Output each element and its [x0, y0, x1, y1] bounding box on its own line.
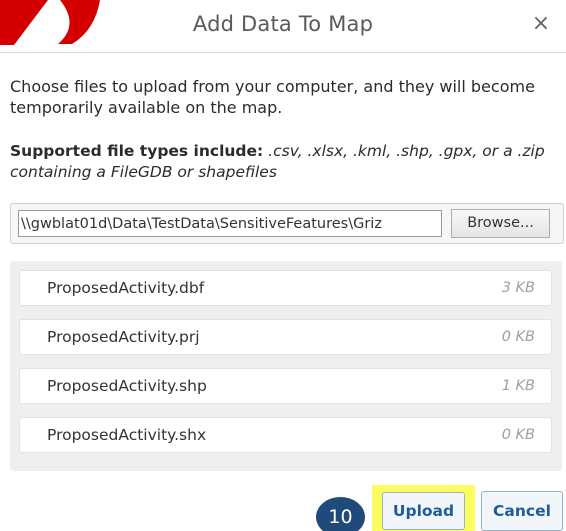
close-icon[interactable]: ×: [530, 11, 552, 37]
list-item: ProposedActivity.prj 0 KB: [19, 319, 552, 355]
file-chooser: \\gwblat01d\Data\TestData\SensitiveFeatu…: [10, 203, 564, 244]
file-list: ProposedActivity.dbf 3 KB ProposedActivi…: [10, 261, 562, 471]
file-size: 0 KB: [501, 329, 535, 345]
file-name: ProposedActivity.shp: [47, 377, 207, 395]
dialog-header: Add Data To Map ×: [0, 0, 566, 53]
upload-button[interactable]: Upload: [382, 492, 465, 530]
supported-label: Supported file types include:: [10, 142, 264, 160]
file-size: 0 KB: [501, 427, 535, 443]
list-item: ProposedActivity.dbf 3 KB: [19, 270, 552, 306]
step-number-badge: 10: [316, 497, 365, 531]
browse-button[interactable]: Browse...: [451, 209, 550, 238]
file-name: ProposedActivity.prj: [47, 328, 200, 346]
file-path-input[interactable]: \\gwblat01d\Data\TestData\SensitiveFeatu…: [18, 210, 442, 237]
list-item: ProposedActivity.shp 1 KB: [19, 368, 552, 404]
dialog-title: Add Data To Map: [192, 12, 374, 36]
list-item: ProposedActivity.shx 0 KB: [19, 417, 552, 453]
intro-text: Choose files to upload from your compute…: [10, 77, 535, 117]
supported-file-types: Supported file types include: .csv, .xls…: [10, 141, 550, 183]
add-data-dialog: Add Data To Map × Choose files to upload…: [0, 0, 566, 531]
file-size: 1 KB: [501, 378, 535, 394]
file-size: 3 KB: [501, 280, 535, 296]
file-name: ProposedActivity.shx: [47, 426, 207, 444]
cancel-button[interactable]: Cancel: [481, 491, 563, 531]
file-name: ProposedActivity.dbf: [47, 279, 205, 297]
upload-button-highlight[interactable]: Upload: [372, 485, 475, 531]
